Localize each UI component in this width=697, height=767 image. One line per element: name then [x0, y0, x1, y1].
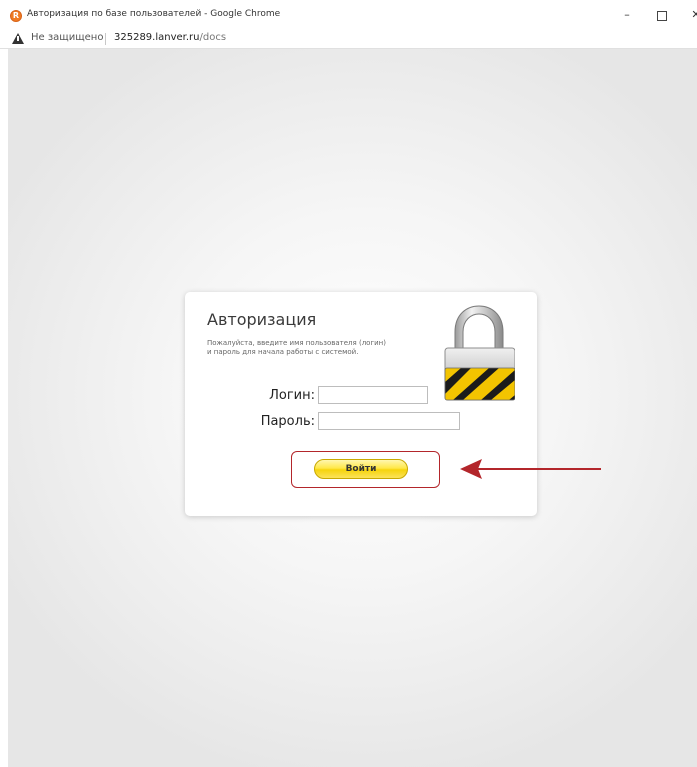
highlight-annotation-box: [291, 451, 440, 488]
window-title: Авторизация по базе пользователей - Goog…: [27, 9, 281, 19]
url-text[interactable]: 325289.lanver.ru/docs: [114, 32, 226, 43]
url-host: 325289.lanver.ru: [114, 32, 200, 43]
login-title: Авторизация: [207, 310, 317, 329]
padlock-icon: [444, 305, 515, 401]
minimize-button[interactable]: –: [620, 8, 634, 22]
title-bar: R Авторизация по базе пользователей - Go…: [0, 0, 697, 30]
password-label: Пароль:: [260, 414, 315, 429]
page-left-edge: [0, 49, 8, 767]
address-separator: [105, 33, 106, 45]
security-status[interactable]: Не защищено: [31, 32, 103, 43]
login-label: Логин:: [269, 388, 315, 403]
login-subtitle-line2: и пароль для начала работы с системой.: [207, 348, 359, 356]
password-input[interactable]: [318, 412, 460, 430]
app-logo-icon: R: [10, 10, 22, 22]
maximize-icon: [657, 11, 667, 21]
address-bar[interactable]: Не защищено 325289.lanver.ru/docs: [0, 30, 697, 49]
close-button[interactable]: ✕: [689, 8, 697, 22]
login-input[interactable]: [318, 386, 428, 404]
login-subtitle-line1: Пожалуйста, введите имя пользователя (ло…: [207, 339, 386, 347]
maximize-button[interactable]: [655, 8, 669, 22]
login-subtitle: Пожалуйста, введите имя пользователя (ло…: [207, 339, 427, 357]
url-path: /docs: [199, 32, 227, 43]
warning-triangle-icon[interactable]: [12, 33, 24, 44]
arrow-left-icon: [460, 459, 601, 479]
browser-window: R Авторизация по базе пользователей - Go…: [0, 0, 697, 767]
